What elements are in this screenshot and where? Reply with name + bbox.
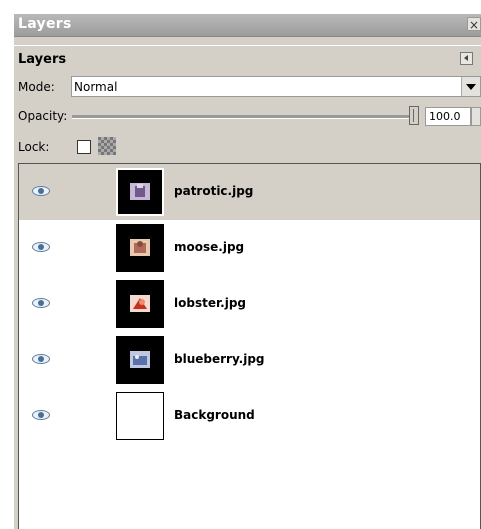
layer-image-icon	[130, 351, 150, 368]
layer-name: lobster.jpg	[174, 296, 247, 310]
dock-title: Layers	[18, 16, 72, 32]
panel-heading: Layers	[18, 52, 67, 67]
layer-row-moose[interactable]: moose.jpg	[19, 220, 480, 276]
eye-icon[interactable]	[32, 354, 50, 364]
opacity-slider-track[interactable]	[72, 115, 418, 119]
panel-menu-arrow-icon[interactable]	[460, 52, 473, 65]
layer-image-icon	[130, 295, 150, 312]
chevron-down-icon[interactable]	[461, 77, 480, 96]
lock-alpha-icon[interactable]	[98, 137, 116, 155]
lock-label: Lock:	[18, 140, 50, 154]
layer-thumbnail	[116, 224, 164, 272]
layer-name: patrotic.jpg	[174, 184, 254, 198]
mode-select[interactable]: Normal	[71, 76, 481, 97]
layer-row-blueberry[interactable]: blueberry.jpg	[19, 332, 480, 388]
layers-panel: Layers Mode: Normal Opacity: 100.0 Lock:…	[14, 46, 481, 529]
layer-thumbnail	[116, 336, 164, 384]
opacity-label: Opacity:	[18, 109, 68, 123]
layer-image-icon	[130, 239, 150, 256]
opacity-slider-handle[interactable]	[409, 106, 419, 125]
layer-name: moose.jpg	[174, 240, 245, 254]
layer-thumbnail	[116, 280, 164, 328]
opacity-input[interactable]: 100.0	[425, 107, 471, 126]
layer-thumbnail	[116, 168, 164, 216]
opacity-spin-button[interactable]	[471, 107, 481, 126]
layer-row-lobster[interactable]: lobster.jpg	[19, 276, 480, 332]
mode-value: Normal	[74, 80, 118, 94]
eye-icon[interactable]	[32, 242, 50, 252]
lock-pixels-checkbox[interactable]	[77, 140, 91, 154]
dock-separator[interactable]	[14, 36, 481, 46]
layer-name: blueberry.jpg	[174, 352, 265, 366]
layer-row-background[interactable]: Background	[19, 388, 480, 444]
dock-title-bar[interactable]: Layers ×	[14, 14, 481, 36]
layer-name: Background	[174, 408, 255, 422]
eye-icon[interactable]	[32, 186, 50, 196]
close-icon[interactable]: ×	[467, 17, 481, 32]
layer-image-icon	[130, 183, 150, 200]
layer-row-patrotic[interactable]: patrotic.jpg	[19, 164, 480, 220]
layer-list: patrotic.jpg moose.jpg lobster.jpg blueb…	[18, 163, 481, 529]
mode-label: Mode:	[18, 80, 55, 94]
eye-icon[interactable]	[32, 410, 50, 420]
layer-thumbnail	[116, 392, 164, 440]
eye-icon[interactable]	[32, 298, 50, 308]
